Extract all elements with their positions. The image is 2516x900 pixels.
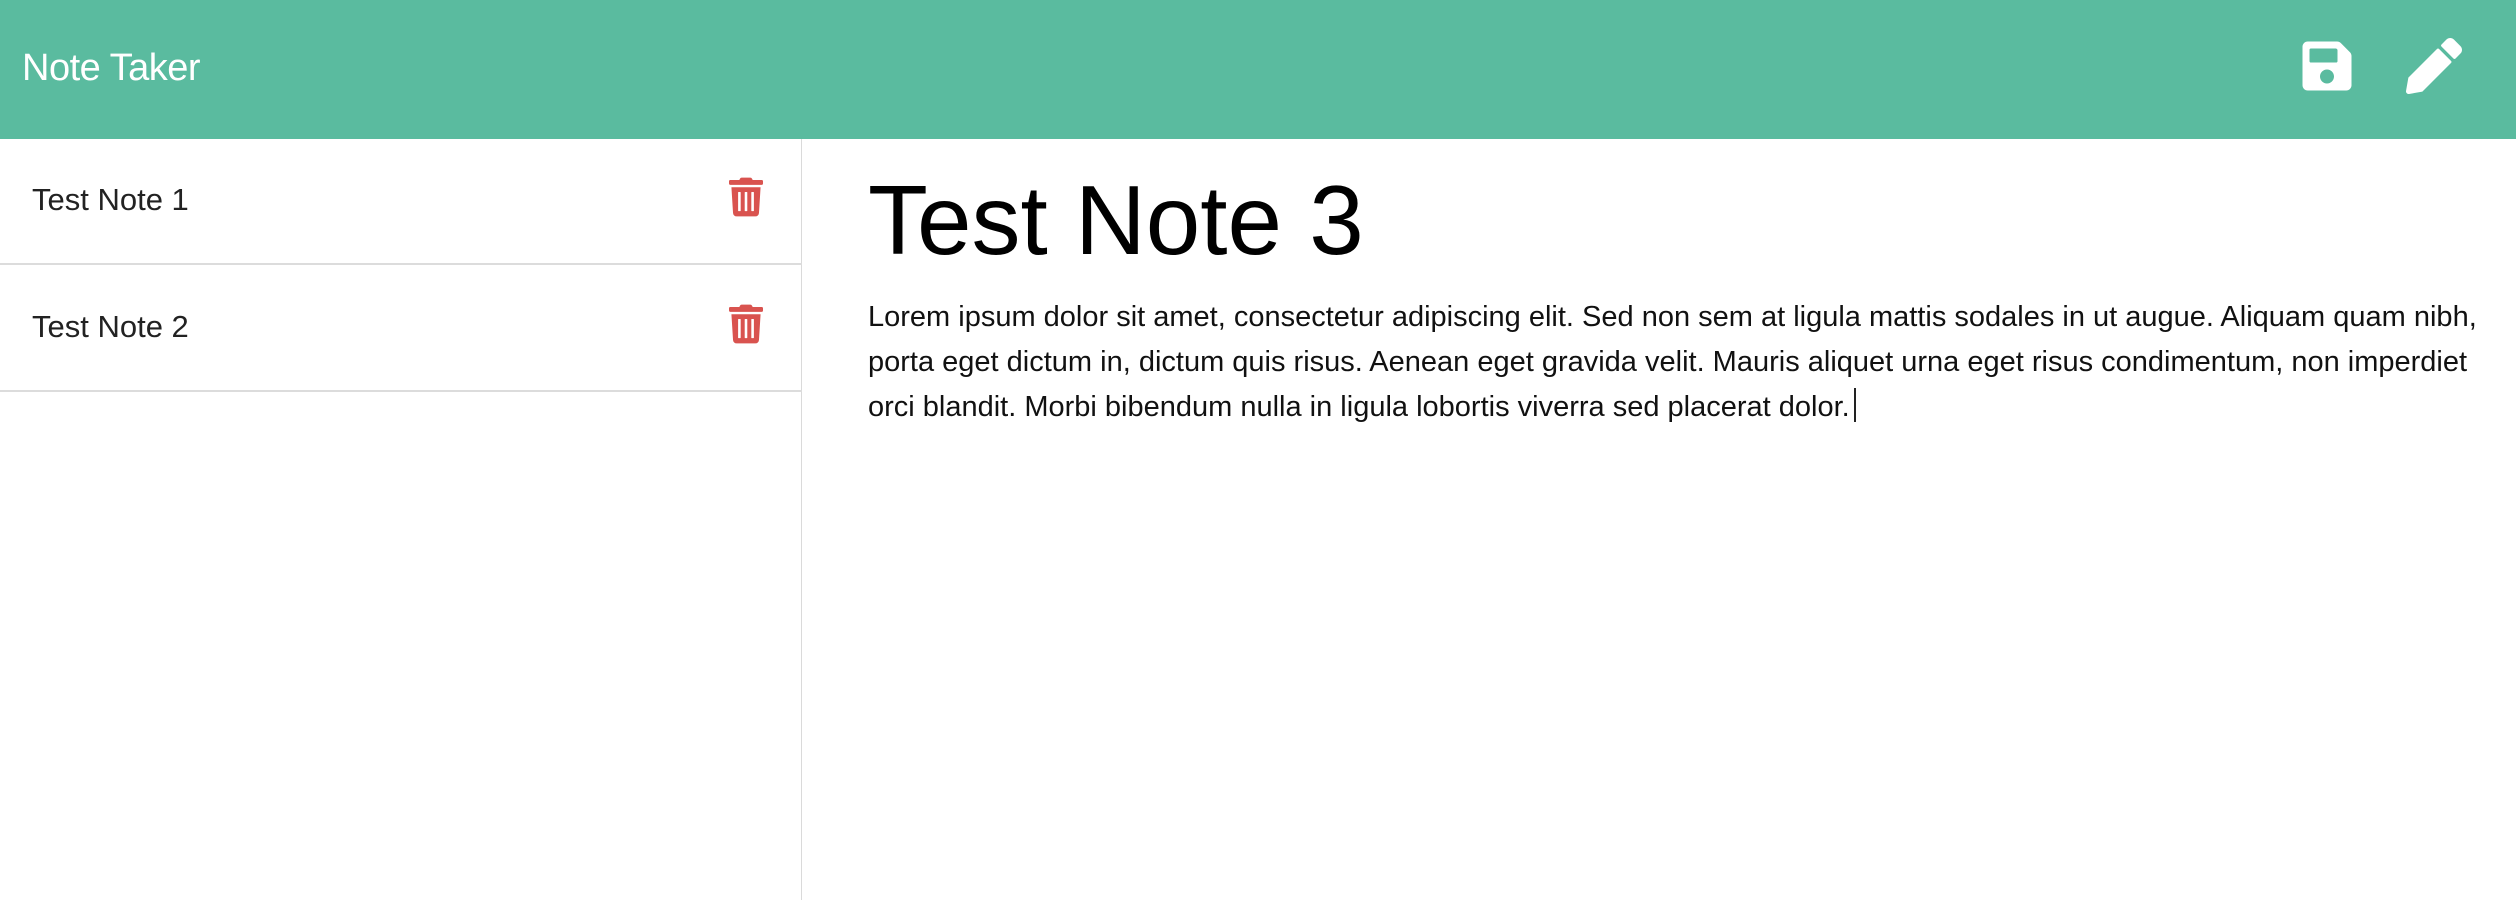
app-title[interactable]: Note Taker [22,44,201,92]
notes-sidebar: Test Note 1 Test Note 2 [0,139,802,900]
navbar: Note Taker [0,0,2516,139]
list-item[interactable]: Test Note 1 [0,139,802,265]
note-text-area[interactable]: Lorem ipsum dolor sit amet, consectetur … [868,295,2493,430]
list-item[interactable]: Test Note 2 [0,266,802,392]
note-title: Test Note 1 [32,182,189,217]
pencil-icon[interactable] [2406,38,2462,94]
note-text: Lorem ipsum dolor sit amet, consectetur … [868,301,2477,423]
note-title-input[interactable]: Test Note 3 [868,161,2468,279]
text-caret [1853,388,1856,422]
note-editor: Test Note 3 Lorem ipsum dolor sit amet, … [803,139,2516,900]
note-title: Test Note 2 [32,309,189,344]
save-icon[interactable] [2299,38,2355,94]
trash-icon[interactable] [729,304,763,344]
trash-icon[interactable] [729,177,763,217]
